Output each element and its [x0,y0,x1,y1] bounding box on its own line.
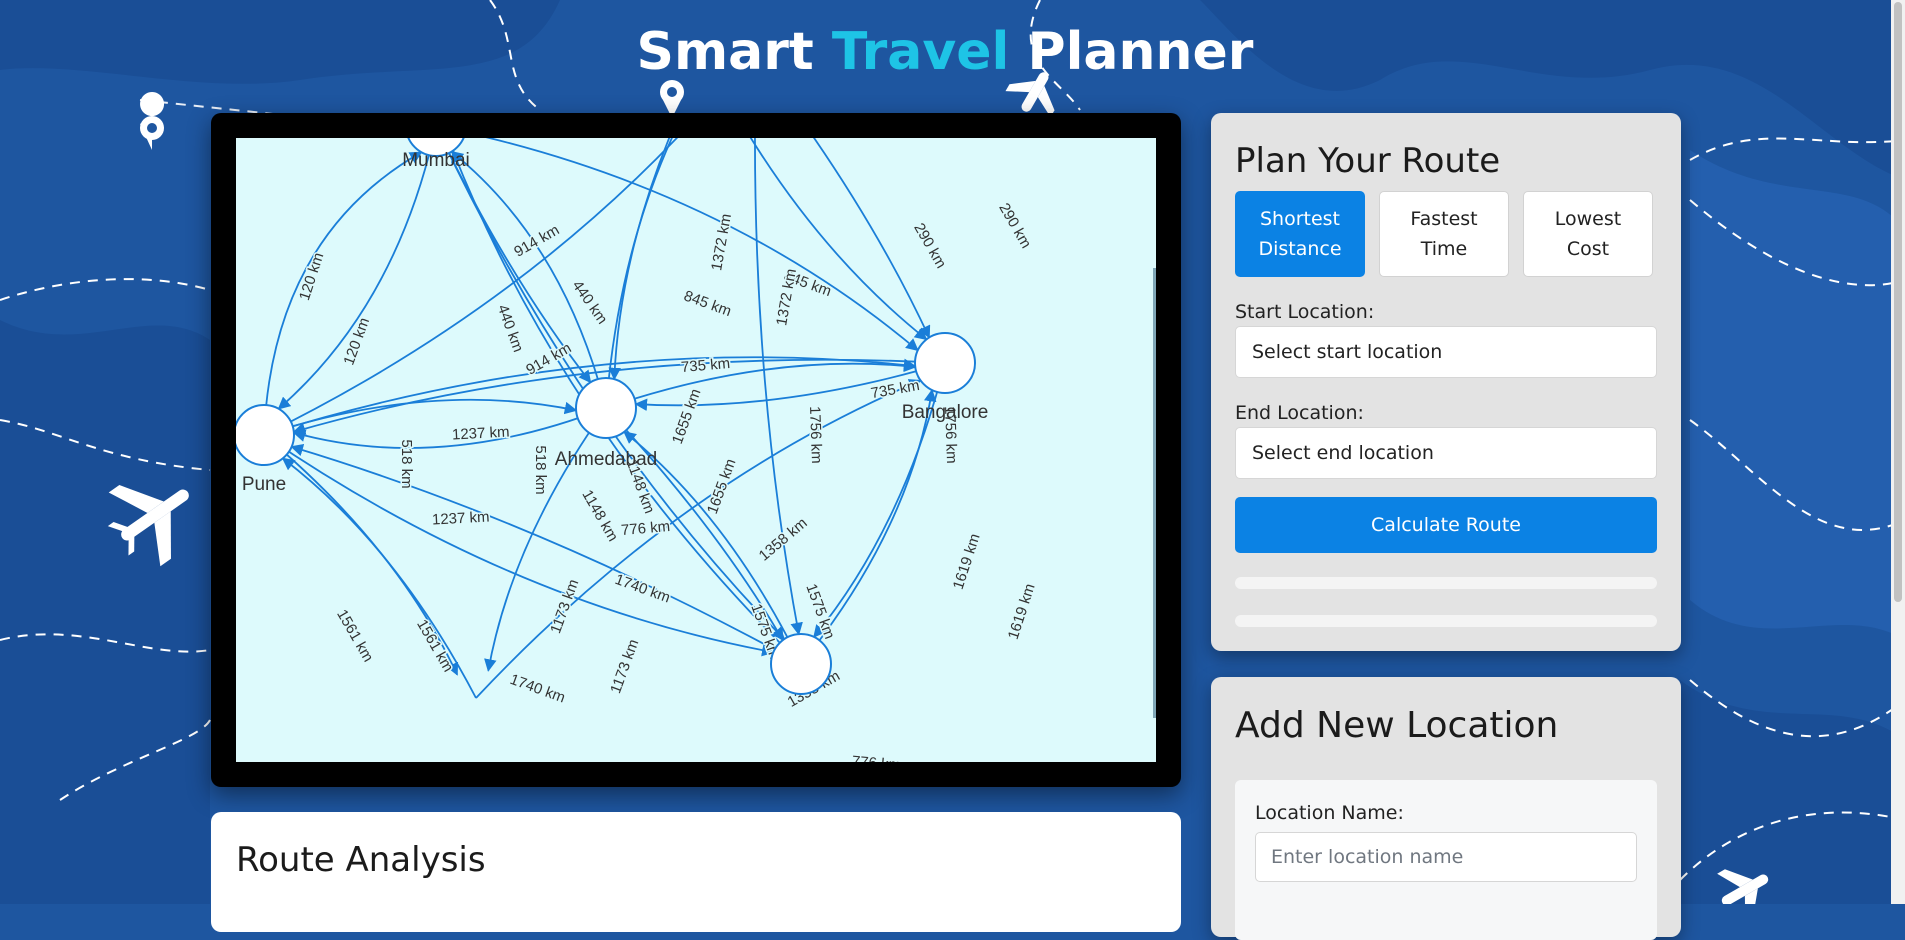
graph-edge-indicator [1153,268,1156,718]
edge-distance-label: 1173 km [547,577,582,636]
route-analysis-title: Route Analysis [236,840,486,880]
calculate-route-button[interactable]: Calculate Route [1235,497,1657,553]
result-placeholder-bar [1235,615,1657,627]
edge-distance-label: 735 km [680,355,730,376]
edge-distance-label: 1237 km [432,509,490,529]
edge-distance-label: 1740 km [613,571,673,607]
route-edge [608,138,671,381]
route-analysis-panel: Route Analysis [211,812,1181,932]
edge-distance-label: 776 km [620,518,670,539]
end-location-select[interactable]: Select end location [1235,427,1657,479]
node-label: Bangalore [902,402,989,423]
edge-distance-label: 1756 km [806,406,825,464]
route-map-panel: 120 km 120 km 914 km 914 km 440 km 440 km 845 … [211,113,1181,787]
location-node-pune[interactable] [236,404,295,466]
start-location-label: Start Location: [1235,301,1375,323]
route-edge [263,151,423,436]
edge-distance-label: 1655 km [669,387,705,447]
add-location-form: Location Name: Enter location name [1235,780,1657,940]
add-location-title: Add New Location [1235,705,1559,746]
plan-route-panel: Plan Your Route Shortest Distance Fastest… [1211,113,1681,651]
edge-distance-label: 440 km [494,302,527,354]
edge-distance-label: 1619 km [950,532,984,592]
edge-distance-label: 1173 km [607,637,642,696]
result-placeholder-bar [1235,577,1657,589]
edge-distance-label: 1372 km [708,212,735,272]
location-node-bangalore[interactable] [914,332,976,394]
route-edge [263,398,578,436]
location-node-bottom[interactable] [770,633,832,695]
edge-distance-label: 845 km [682,287,734,320]
scrollbar-thumb[interactable] [1894,2,1902,602]
edge-distance-label: 1561 km [413,617,456,675]
edge-distance-label: 776 km [851,753,901,762]
end-location-label: End Location: [1235,402,1364,424]
graph-canvas[interactable]: 120 km120 km914 km914 km440 km440 km845 … [236,138,1156,762]
map-pin-icon [140,92,165,150]
plan-route-title: Plan Your Route [1235,141,1501,181]
page-scrollbar[interactable] [1891,0,1905,904]
location-node-ahmedabad[interactable] [575,377,637,439]
edge-distance-label: 1561 km [333,607,376,665]
page-title: Smart Travel Planner [636,22,1254,82]
edge-distance-label: 440 km [569,277,611,327]
edge-distance-label: 1655 km [704,457,740,517]
node-label: Mumbai [402,150,470,171]
edge-distance-label: 518 km [398,439,415,488]
edge-distance-label: 120 km [340,315,373,367]
start-location-select[interactable]: Select start location [1235,326,1657,378]
edge-distance-label: 518 km [532,445,549,494]
edge-distance-label: 290 km [910,220,949,271]
edge-distance-label: 1148 km [578,487,621,544]
edge-distance-label: 290 km [995,200,1034,251]
route-network-graph[interactable]: 120 km 120 km 914 km 914 km 440 km 440 km 845 … [236,138,1156,762]
node-label: Pune [242,474,286,495]
edge-distance-label: 1358 km [756,515,811,565]
add-location-panel: Add New Location Location Name: Enter lo… [1211,677,1681,940]
edge-distance-label: 1372 km [773,267,800,327]
edge-distance-label: 1237 km [452,424,510,444]
route-edge [277,138,435,410]
edge-distance-label: 1740 km [508,671,568,707]
route-edge [749,138,928,341]
location-name-label: Location Name: [1255,802,1404,824]
lowest-cost-button[interactable]: Lowest Cost [1523,191,1653,277]
edge-distance-label: 1619 km [1005,582,1039,642]
fastest-time-button[interactable]: Fastest Time [1379,191,1509,277]
edge-distance-label: 120 km [296,251,327,303]
node-label: Ahmedabad [555,449,657,470]
shortest-distance-button[interactable]: Shortest Distance [1235,191,1365,277]
location-name-input[interactable]: Enter location name [1255,832,1637,882]
route-edge [475,379,922,699]
edge-distance-label: 914 km [511,221,562,260]
